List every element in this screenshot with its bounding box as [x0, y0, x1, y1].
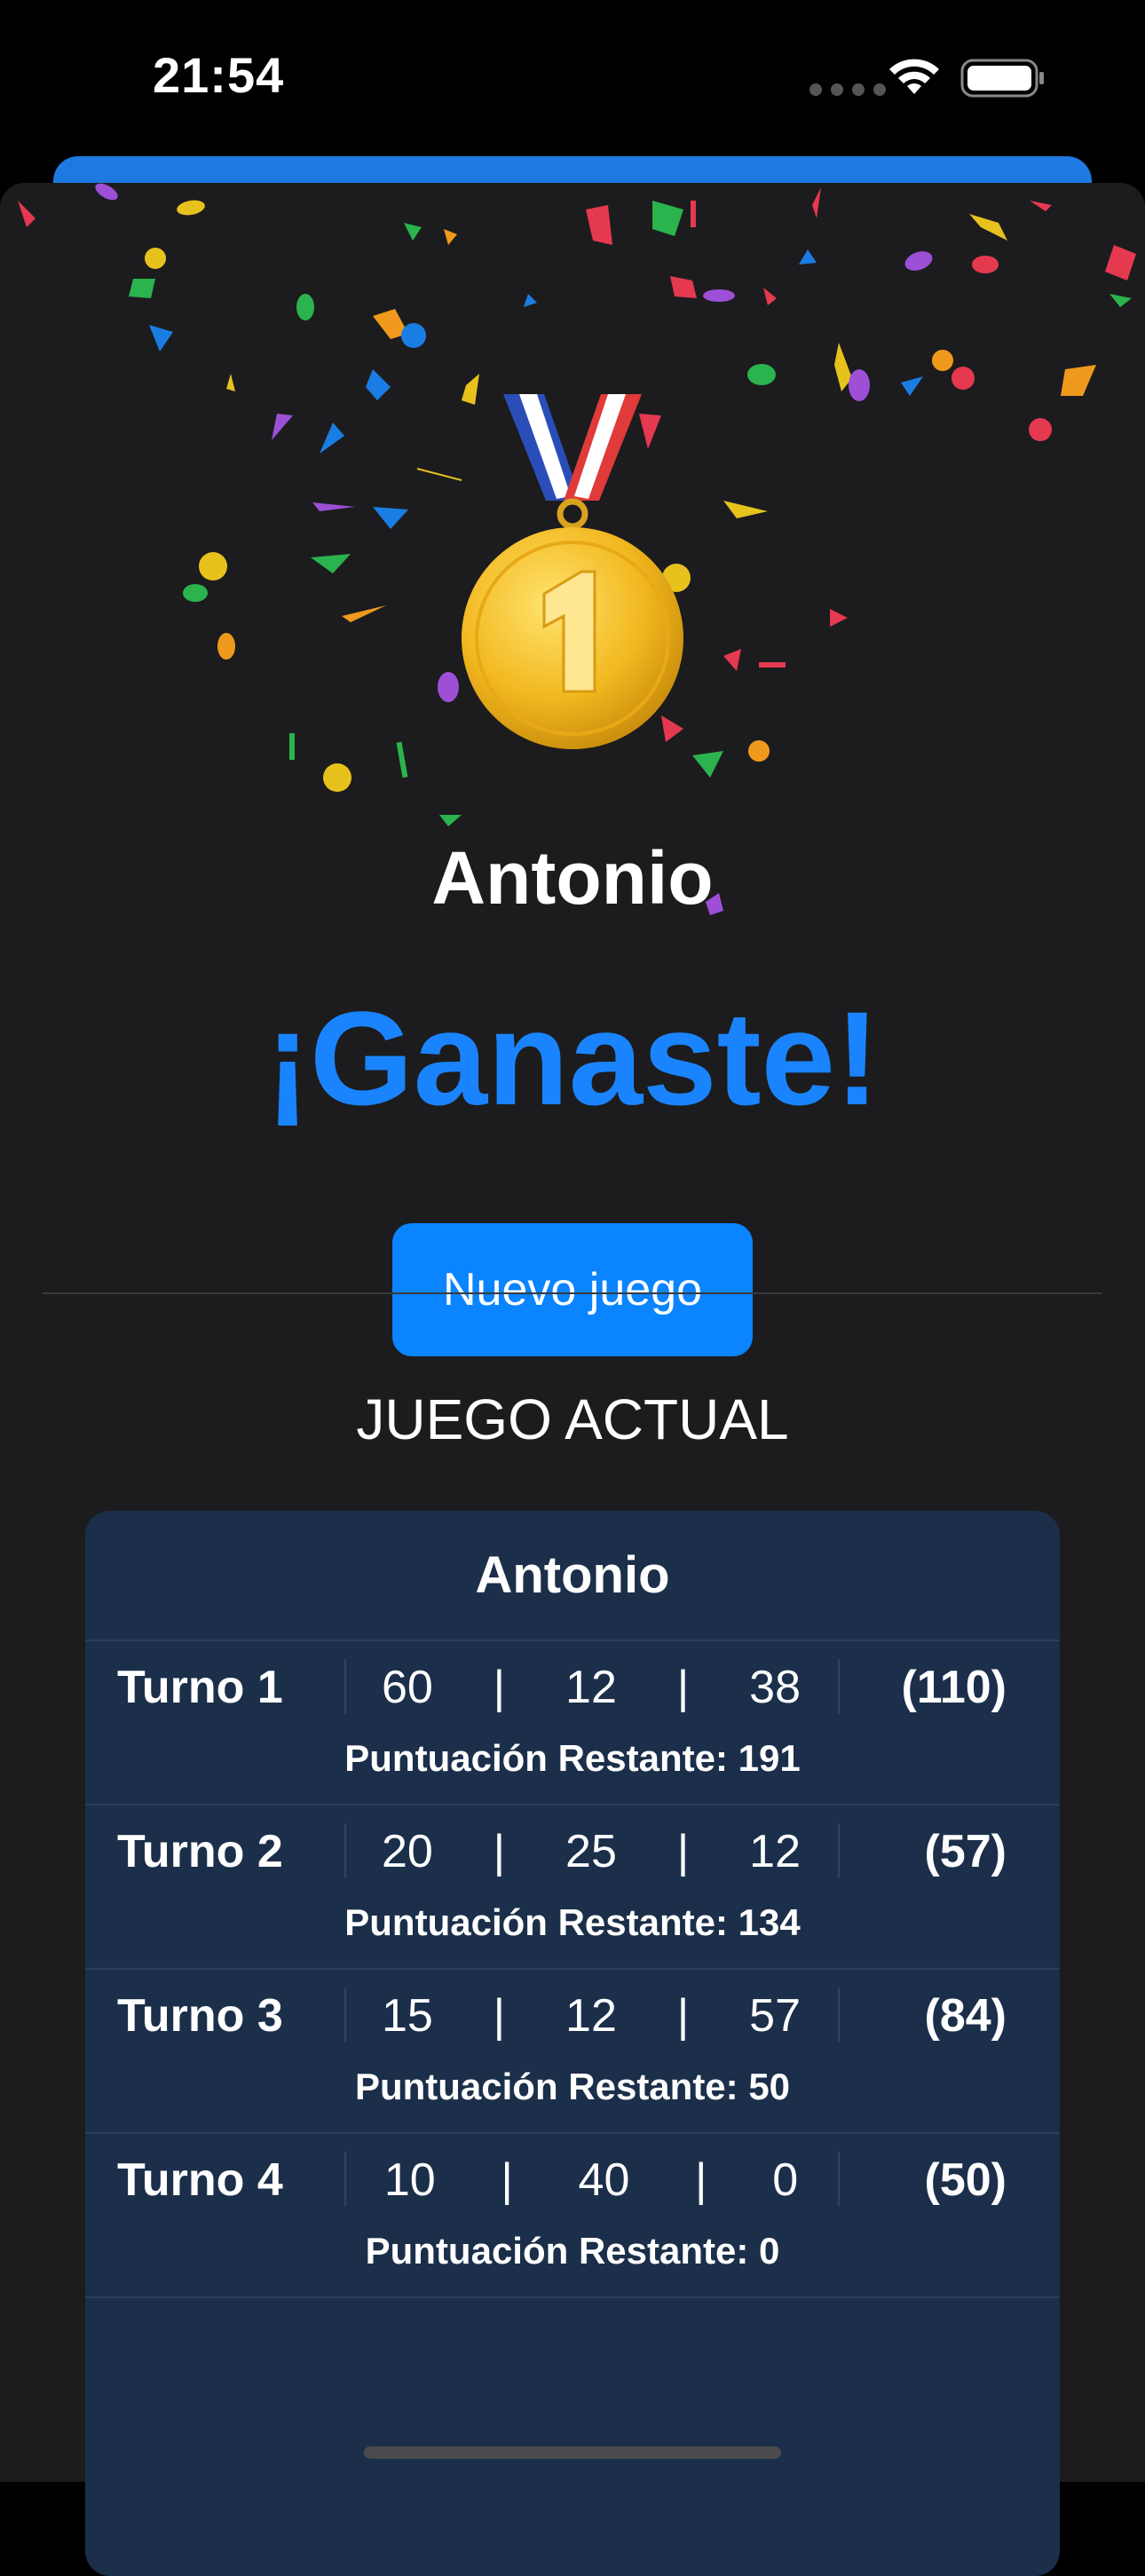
throw-value: 0 — [772, 2154, 799, 2206]
turn-label: Turno 1 — [117, 1662, 283, 1713]
turn-total: (110) — [901, 1662, 1007, 1713]
throw-separator: | — [676, 1662, 690, 1713]
turn-row: Turno 3 15 | 12 | 57 (84) Puntuación Res… — [85, 1970, 1060, 2134]
throw-separator: | — [501, 2154, 513, 2206]
home-indicator[interactable] — [364, 2446, 781, 2459]
status-bar: 21:54 — [0, 0, 1145, 160]
divider — [43, 1292, 1102, 1294]
throw-value: 12 — [565, 1990, 617, 2042]
remaining-score: Puntuación Restante: 191 — [344, 1737, 801, 1779]
remaining-score: Puntuación Restante: 134 — [344, 1901, 801, 1943]
throw-value: 57 — [749, 1990, 801, 2042]
wifi-icon — [889, 59, 939, 94]
throw-separator: | — [676, 1990, 690, 2042]
first-place-medal-icon — [462, 394, 683, 749]
cellular-signal-icon — [809, 83, 886, 96]
remaining-score: Puntuación Restante: 50 — [354, 2066, 791, 2107]
throw-value: 40 — [578, 2154, 630, 2206]
throw-separator: | — [676, 1826, 690, 1877]
throw-value: 38 — [749, 1662, 801, 1713]
turn-label: Turno 4 — [117, 2154, 283, 2206]
turn-total: (57) — [924, 1826, 1007, 1877]
throw-separator: | — [493, 1662, 506, 1713]
throw-value: 60 — [381, 1662, 433, 1713]
throws: 15 | 12 | 57 — [351, 1989, 831, 2043]
turn-row: Turno 4 10 | 40 | 0 (50) Puntuación Rest… — [85, 2134, 1060, 2298]
score-card: Antonio Turno 1 60 | 12 | 38 (110) Puntu… — [85, 1511, 1060, 2576]
status-time: 21:54 — [153, 47, 285, 103]
turn-total: (84) — [924, 1990, 1007, 2042]
turn-label: Turno 3 — [117, 1990, 283, 2042]
throw-separator: | — [493, 1826, 506, 1877]
turn-row: Turno 2 20 | 25 | 12 (57) Puntuación Res… — [85, 1806, 1060, 1970]
new-game-button[interactable]: Nuevo juego — [392, 1223, 753, 1356]
throws: 60 | 12 | 38 — [351, 1661, 831, 1714]
throw-value: 25 — [565, 1826, 617, 1877]
turn-label: Turno 2 — [117, 1826, 283, 1877]
turn-total: (50) — [924, 2154, 1007, 2206]
card-player-name: Antonio — [85, 1511, 1060, 1641]
throw-value: 12 — [749, 1826, 801, 1877]
battery-icon — [960, 59, 1044, 98]
turn-row: Turno 1 60 | 12 | 38 (110) Puntuación Re… — [85, 1641, 1060, 1806]
throw-separator: | — [493, 1990, 506, 2042]
throws: 10 | 40 | 0 — [351, 2153, 831, 2207]
throw-value: 12 — [565, 1662, 617, 1713]
throw-separator: | — [695, 2154, 707, 2206]
winner-name: Antonio — [431, 836, 714, 920]
win-title: ¡Ganaste! — [265, 984, 880, 1133]
current-game-title: JUEGO ACTUAL — [356, 1387, 789, 1451]
remaining-score: Puntuación Restante: 0 — [365, 2230, 780, 2272]
throw-value: 10 — [383, 2154, 436, 2206]
throw-value: 15 — [381, 1990, 433, 2042]
throws: 20 | 25 | 12 — [351, 1825, 831, 1878]
throw-value: 20 — [381, 1826, 433, 1877]
